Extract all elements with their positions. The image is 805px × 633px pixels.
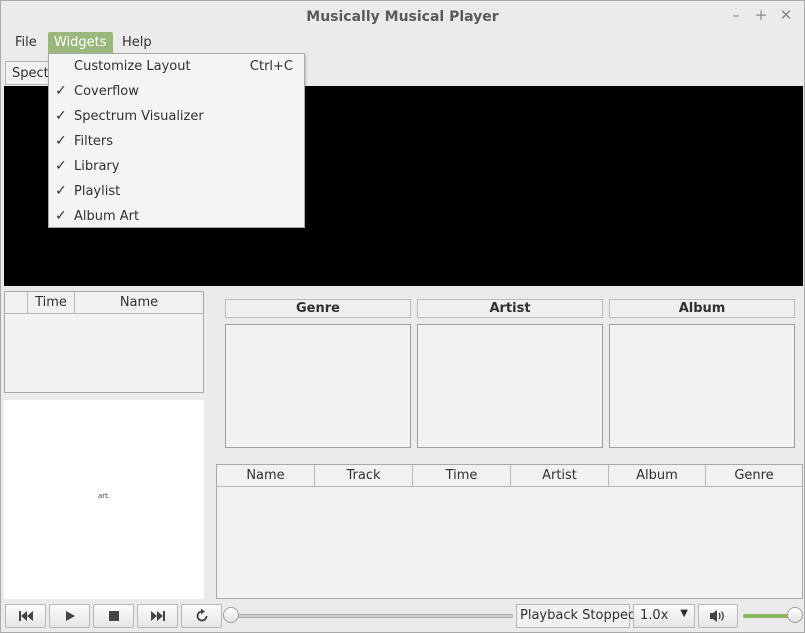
- menu-item-label: Spectrum Visualizer: [74, 109, 204, 124]
- previous-icon: [18, 611, 33, 621]
- chevron-down-icon: ▼: [680, 608, 688, 619]
- library-header-name[interactable]: Name: [217, 465, 315, 487]
- speed-value: 1.0x: [640, 608, 669, 623]
- library-panel: Name Track Time Artist Album Genre: [216, 464, 803, 599]
- speed-select[interactable]: 1.0x ▼: [633, 604, 695, 628]
- play-button[interactable]: [49, 604, 90, 628]
- filter-artist-header[interactable]: Artist: [417, 299, 603, 318]
- close-icon[interactable]: ✕: [777, 6, 795, 24]
- menu-file[interactable]: File: [9, 32, 43, 55]
- menu-item-shortcut: Ctrl+C: [249, 59, 293, 74]
- menu-item-label: Playlist: [74, 184, 121, 199]
- checkmark-icon: ✓: [55, 183, 67, 199]
- menu-item-spectrum-visualizer[interactable]: ✓ Spectrum Visualizer: [49, 104, 304, 129]
- menu-item-label: Library: [74, 159, 120, 174]
- library-header-artist[interactable]: Artist: [511, 465, 609, 487]
- library-header-time[interactable]: Time: [413, 465, 511, 487]
- album-art-caption: art.: [98, 492, 111, 500]
- filter-genre-header[interactable]: Genre: [225, 299, 411, 318]
- library-header-genre[interactable]: Genre: [706, 465, 802, 487]
- menu-item-playlist[interactable]: ✓ Playlist: [49, 179, 304, 204]
- library-header-track[interactable]: Track: [315, 465, 413, 487]
- repeat-icon: [196, 608, 207, 622]
- filter-genre-list[interactable]: [225, 324, 411, 448]
- menu-item-label: Customize Layout: [74, 59, 191, 74]
- menu-item-coverflow[interactable]: ✓ Coverflow: [49, 79, 304, 104]
- volume-button[interactable]: [698, 604, 738, 628]
- minimize-icon[interactable]: –: [727, 6, 745, 24]
- menu-item-label: Coverflow: [74, 84, 139, 99]
- stop-icon: [108, 611, 119, 621]
- titlebar: Musically Musical Player – + ✕: [1, 1, 804, 32]
- menu-item-library[interactable]: ✓ Library: [49, 154, 304, 179]
- menu-item-label: Album Art: [74, 209, 140, 224]
- previous-button[interactable]: [5, 604, 46, 628]
- stop-button[interactable]: [93, 604, 134, 628]
- menu-item-customize-layout[interactable]: Customize Layout Ctrl+C: [49, 54, 304, 79]
- playback-status: Playback Stopped: [516, 604, 636, 628]
- widgets-dropdown: Customize Layout Ctrl+C ✓ Coverflow ✓ Sp…: [48, 53, 305, 228]
- playlist-header-time[interactable]: Time: [28, 292, 75, 314]
- checkmark-icon: ✓: [55, 158, 67, 174]
- menu-item-album-art[interactable]: ✓ Album Art: [49, 204, 304, 229]
- filter-album-header[interactable]: Album: [609, 299, 795, 318]
- menu-item-label: Filters: [74, 134, 113, 149]
- volume-handle[interactable]: [787, 607, 803, 623]
- window-title: Musically Musical Player: [306, 9, 499, 25]
- menu-help[interactable]: Help: [116, 32, 158, 55]
- checkmark-icon: ✓: [55, 83, 67, 99]
- playlist-header-blank[interactable]: [5, 292, 28, 314]
- menu-widgets[interactable]: Widgets: [48, 32, 113, 55]
- repeat-button[interactable]: [181, 604, 222, 628]
- checkmark-icon: ✓: [55, 133, 67, 149]
- menu-item-filters[interactable]: ✓ Filters: [49, 129, 304, 154]
- next-button[interactable]: [137, 604, 178, 628]
- speaker-icon: [710, 610, 724, 622]
- album-art: art.: [4, 400, 204, 599]
- filter-artist-list[interactable]: [417, 324, 603, 448]
- next-icon: [150, 611, 165, 621]
- checkmark-icon: ✓: [55, 108, 67, 124]
- checkmark-icon: ✓: [55, 208, 67, 224]
- seek-slider[interactable]: [223, 614, 513, 618]
- filter-album-list[interactable]: [609, 324, 795, 448]
- library-header-album[interactable]: Album: [609, 465, 706, 487]
- playlist-panel: Time Name: [4, 291, 204, 393]
- maximize-icon[interactable]: +: [752, 6, 770, 24]
- play-icon: [65, 611, 75, 621]
- seek-handle[interactable]: [223, 607, 239, 623]
- playlist-header-name[interactable]: Name: [75, 292, 203, 314]
